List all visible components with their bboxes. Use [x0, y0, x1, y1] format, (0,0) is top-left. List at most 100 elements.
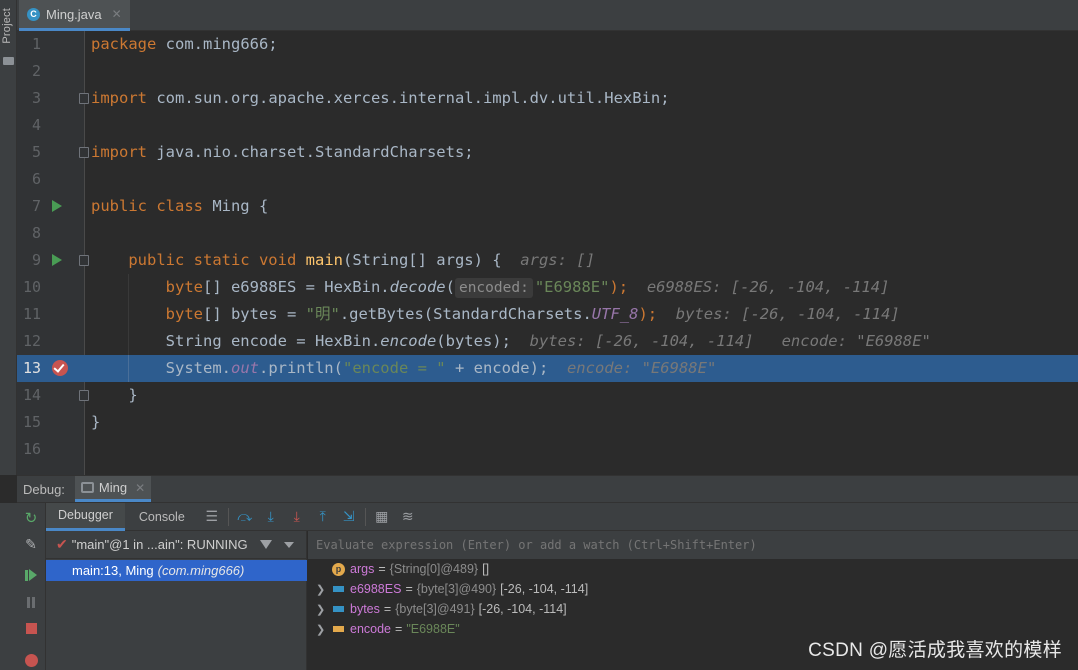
equals-sign: = [405, 582, 413, 596]
variable-name: bytes [350, 602, 380, 616]
code-line[interactable]: 2 [17, 58, 1078, 85]
chevron-down-icon[interactable] [283, 541, 294, 548]
code-line[interactable]: 7 public class Ming { [17, 193, 1078, 220]
watermark: CSDN @愿活成我喜欢的模样 [808, 640, 1062, 661]
code-line[interactable]: 5 import java.nio.charset.StandardCharse… [17, 139, 1078, 166]
line-number: 9 [31, 251, 41, 269]
fold-marker-icon[interactable] [79, 93, 89, 104]
code-line[interactable]: 1 package com.ming666; [17, 31, 1078, 58]
line-number: 5 [31, 143, 41, 161]
trace-stream-icon[interactable]: ≋ [395, 503, 421, 531]
java-class-icon: C [27, 7, 40, 21]
line-number: 6 [31, 170, 41, 188]
stack-frame-selected[interactable]: main:13, Ming (com.ming666) [46, 560, 307, 581]
resume-icon[interactable] [22, 566, 40, 584]
code-line[interactable]: 3 import com.sun.org.apache.xerces.inter… [17, 85, 1078, 112]
force-step-into-icon[interactable]: ⤓ [284, 503, 310, 531]
thread-selector[interactable]: ✔ "main"@1 in ...ain": RUNNING [46, 531, 307, 559]
frame-location: main:13, Ming [72, 563, 154, 578]
thread-name: "main"@1 in ...ain": RUNNING [71, 537, 248, 552]
line-number: 7 [31, 197, 41, 215]
array-icon [332, 583, 345, 596]
evaluate-expression-icon[interactable]: ▦ [369, 503, 395, 531]
filter-icon[interactable] [259, 540, 272, 549]
chevron-right-icon[interactable]: ❯ [316, 603, 326, 616]
code-text: byte[] e6988ES = HexBin.decode(encoded: "… [165, 278, 890, 298]
code-line[interactable]: 15 } [17, 409, 1078, 436]
code-line[interactable]: 8 [17, 220, 1078, 247]
layout-menu-icon[interactable]: ☰ [199, 503, 225, 531]
watch-expression-input[interactable] [308, 531, 1078, 559]
run-to-cursor-icon[interactable]: ⇲ [336, 503, 362, 531]
code-text: import com.sun.org.apache.xerces.interna… [91, 89, 670, 107]
chevron-right-icon[interactable]: ❯ [316, 583, 326, 596]
code-editor[interactable]: 1 package com.ming666; 2 3 import com.su… [17, 31, 1078, 475]
frames-panel: ✔ "main"@1 in ...ain": RUNNING main:13, … [46, 531, 307, 670]
debugger-toolbar: Debugger Console ☰ ⤼ ⤓ ⤓ ⤒ ⇲ ▦ ≋ [46, 502, 1078, 531]
fold-marker-icon[interactable] [79, 255, 89, 266]
line-number: 16 [22, 440, 41, 458]
code-line[interactable]: 11 byte[] bytes = "明".getBytes(StandardC… [17, 301, 1078, 328]
run-gutter-icon[interactable] [52, 254, 62, 266]
tab-console[interactable]: Console [125, 503, 199, 531]
variable-row[interactable]: ❯ bytes = {byte[3]@491} [-26, -104, -114… [308, 599, 567, 619]
debug-action-strip: ↻ ✎ [0, 503, 46, 670]
variable-type: {byte[3]@491} [395, 602, 475, 616]
wrench-icon[interactable]: ✎ [22, 535, 40, 553]
inline-value-hint: bytes: [-26, -104, -114] [675, 305, 900, 323]
line-number: 12 [22, 332, 41, 350]
close-icon[interactable]: ✕ [135, 481, 145, 495]
line-number: 14 [22, 386, 41, 404]
debug-title: Debug: [23, 481, 65, 497]
tab-ming-java[interactable]: C Ming.java ✕ [19, 0, 130, 31]
frame-package: (com.ming666) [157, 563, 245, 578]
variable-name: args [350, 562, 375, 576]
debug-session-label: Ming [98, 480, 128, 495]
variable-type: {byte[3]@490} [416, 582, 497, 596]
fold-marker-icon[interactable] [79, 390, 89, 401]
breakpoint-icon[interactable] [52, 360, 68, 376]
code-text: } [91, 413, 101, 431]
variable-name: e6988ES [350, 582, 402, 596]
tab-filename: Ming.java [46, 6, 102, 22]
variable-row[interactable]: ❯ encode = "E6988E" [308, 619, 460, 639]
project-tool-label[interactable]: Project [1, 8, 13, 44]
step-out-icon[interactable]: ⤒ [310, 503, 336, 531]
rerun-icon[interactable]: ↻ [22, 509, 40, 527]
current-execution-line[interactable]: 13 System.out.println("encode = " + enco… [17, 355, 1078, 382]
line-number: 13 [22, 359, 41, 377]
inline-value-hint: e6988ES: [-26, -104, -114] [646, 278, 890, 296]
parameter-name-hint: encoded: [454, 278, 533, 298]
variable-value: "E6988E" [406, 622, 460, 636]
step-into-icon[interactable]: ⤓ [258, 503, 284, 531]
code-line[interactable]: 9 public static void main(String[] args)… [17, 247, 1078, 274]
line-number: 10 [22, 278, 41, 296]
equals-sign: = [378, 562, 386, 576]
code-text: } [128, 386, 138, 404]
tab-debugger[interactable]: Debugger [46, 502, 125, 531]
pause-icon[interactable] [22, 593, 40, 611]
variable-row[interactable]: p args = {String[0]@489} [] [308, 559, 489, 579]
step-over-icon[interactable]: ⤼ [232, 503, 258, 531]
code-line[interactable]: 6 [17, 166, 1078, 193]
code-line[interactable]: 10 byte[] e6988ES = HexBin.decode(encode… [17, 274, 1078, 301]
code-text: import java.nio.charset.StandardCharsets… [91, 143, 474, 161]
variable-row[interactable]: ❯ e6988ES = {byte[3]@490} [-26, -104, -1… [308, 579, 588, 599]
code-text: package com.ming666; [91, 35, 278, 53]
close-icon[interactable]: ✕ [112, 7, 122, 21]
string-icon [332, 623, 345, 636]
fold-marker-icon[interactable] [79, 147, 89, 158]
toolbar-divider [364, 507, 366, 526]
project-tool-strip[interactable]: Project [0, 0, 17, 475]
chevron-right-icon[interactable]: ❯ [316, 623, 326, 636]
code-line[interactable]: 12 String encode = HexBin.encode(bytes);… [17, 328, 1078, 355]
code-line[interactable]: 16 [17, 436, 1078, 463]
folder-icon [3, 57, 14, 65]
debug-session-tab[interactable]: Ming ✕ [74, 476, 152, 502]
stop-icon[interactable] [22, 619, 40, 637]
mute-breakpoints-icon[interactable] [22, 651, 40, 669]
run-gutter-icon[interactable] [52, 200, 62, 212]
code-text: System.out.println("encode = " + encode)… [165, 359, 717, 377]
code-line[interactable]: 4 [17, 112, 1078, 139]
code-line[interactable]: 14 } [17, 382, 1078, 409]
